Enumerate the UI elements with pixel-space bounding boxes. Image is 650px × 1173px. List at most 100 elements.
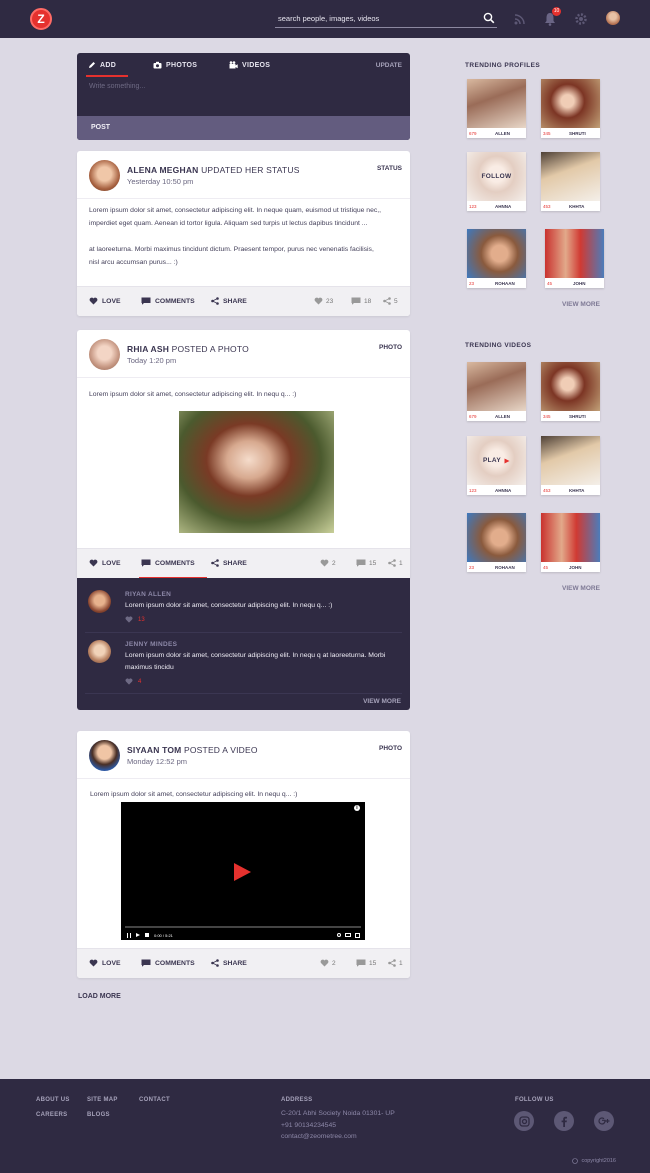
user-avatar[interactable]: [606, 11, 620, 25]
post-action: posted a video: [184, 745, 258, 755]
author-avatar[interactable]: [89, 160, 120, 191]
comment-likes[interactable]: 13: [125, 616, 145, 623]
settings-icon[interactable]: [337, 933, 341, 937]
notification-badge: 10: [552, 7, 561, 16]
notifications-button[interactable]: 10: [542, 7, 561, 27]
pause-icon[interactable]: [127, 932, 131, 938]
follower-count: 45: [547, 280, 553, 286]
profile-tile[interactable]: 345 SHRUTI: [541, 79, 600, 138]
comment-likes[interactable]: 4: [125, 678, 141, 685]
gear-icon[interactable]: [573, 11, 589, 27]
instagram-icon[interactable]: [514, 1111, 534, 1131]
footer-link-contact[interactable]: CONTACT: [139, 1097, 170, 1103]
video-player[interactable]: i 0:00 / 5:21: [121, 802, 365, 940]
profile-tile[interactable]: FOLLOW 123 AHNNA: [467, 152, 526, 211]
author-name[interactable]: ALENA MEGHAN: [127, 165, 199, 175]
profile-tile[interactable]: 45 JOHN: [545, 229, 604, 288]
share-button[interactable]: SHARE: [211, 959, 247, 967]
play-button[interactable]: PLAY: [467, 436, 526, 485]
profile-name: ROHAAN: [495, 280, 515, 286]
profiles-view-more-link[interactable]: VIEW MORE: [562, 301, 600, 308]
video-tile[interactable]: 345 SHRUTI: [541, 362, 600, 421]
follower-count: 679: [469, 130, 477, 136]
comments-button[interactable]: COMMENTS: [139, 559, 207, 578]
video-tile[interactable]: 453 KHHTA: [541, 436, 600, 495]
footer-link-blogs[interactable]: BLOGS: [87, 1112, 110, 1118]
heart-icon: [125, 678, 133, 685]
post-button[interactable]: POST: [77, 116, 410, 140]
heart-icon: [89, 297, 98, 305]
footer-link-about[interactable]: ABOUT US: [36, 1097, 70, 1103]
divider: [85, 693, 402, 694]
love-button[interactable]: LOVE: [89, 297, 121, 305]
commenter-avatar[interactable]: [88, 640, 111, 663]
tab-add[interactable]: ADD: [85, 61, 129, 77]
commenter-name[interactable]: JENNY MINDES: [125, 641, 177, 648]
video-thumbnail: [541, 513, 600, 562]
post-header: ALENA MEGHAN updated her status Yesterda…: [77, 151, 410, 199]
fullscreen-icon[interactable]: [355, 932, 360, 938]
facebook-icon[interactable]: [554, 1111, 574, 1131]
tab-photos[interactable]: PHOTOS: [153, 61, 197, 69]
profile-photo: [467, 79, 526, 128]
post-actions: LOVE COMMENTS SHARE 2 15 1: [77, 548, 410, 578]
author-name[interactable]: RHIA ASH: [127, 344, 169, 354]
video-thumbnail: [467, 513, 526, 562]
profile-tile[interactable]: 679 ALLEN: [467, 79, 526, 138]
author-avatar[interactable]: [89, 740, 120, 771]
rss-icon[interactable]: [512, 11, 528, 27]
profile-tile[interactable]: 23 ROHAAN: [467, 229, 526, 288]
video-progress-bar[interactable]: [125, 926, 361, 928]
video-tile[interactable]: 45 JOHN: [541, 513, 600, 572]
comments-view-more-link[interactable]: VIEW MORE: [363, 698, 401, 705]
author-name[interactable]: SIYAAN TOM: [127, 745, 181, 755]
view-count: 345: [543, 413, 551, 419]
search-icon[interactable]: [483, 12, 495, 24]
share-button[interactable]: SHARE: [211, 559, 247, 567]
follower-count: 345: [543, 130, 551, 136]
commenter-avatar[interactable]: [88, 590, 111, 613]
update-button[interactable]: UPDATE: [376, 62, 402, 69]
post-textarea[interactable]: [77, 77, 410, 115]
videos-view-more-link[interactable]: VIEW MORE: [562, 585, 600, 592]
commenter-name[interactable]: RIYAN ALLEN: [125, 591, 171, 598]
skip-icon[interactable]: [136, 933, 140, 937]
profile-tile[interactable]: 453 KHHTA: [541, 152, 600, 211]
video-tile[interactable]: 679 ALLEN: [467, 362, 526, 421]
google-plus-icon[interactable]: [594, 1111, 614, 1131]
post-photo[interactable]: [179, 411, 334, 533]
video-tile[interactable]: 23 ROHAAN: [467, 513, 526, 572]
volume-icon[interactable]: [145, 933, 149, 937]
video-tile[interactable]: PLAY 123 AHNNA: [467, 436, 526, 495]
follow-button[interactable]: FOLLOW: [467, 152, 526, 201]
author-avatar[interactable]: [89, 339, 120, 370]
search-input[interactable]: [275, 10, 465, 26]
share-button[interactable]: SHARE: [211, 297, 247, 305]
play-icon[interactable]: [233, 862, 252, 882]
post-text: Lorem ipsum dolor sit amet, consectetur …: [77, 199, 410, 269]
miniplayer-icon[interactable]: [345, 933, 351, 937]
info-icon[interactable]: i: [354, 805, 360, 811]
trending-videos-title: TRENDING VIDEOS: [465, 342, 532, 349]
load-more-link[interactable]: LOAD MORE: [78, 993, 121, 1000]
comments-label: COMMENTS: [155, 559, 195, 567]
post-title: ALENA MEGHAN updated her status: [127, 165, 300, 175]
video-author: ALLEN: [495, 413, 510, 419]
comments-count: 15: [356, 959, 376, 967]
footer-link-careers[interactable]: CAREERS: [36, 1112, 67, 1118]
video-tile-footer: 345 SHRUTI: [541, 411, 600, 421]
logo[interactable]: Z: [30, 8, 52, 30]
post-card: ALENA MEGHAN updated her status Yesterda…: [77, 151, 410, 316]
tab-videos[interactable]: VIDEOS: [229, 61, 270, 69]
love-button[interactable]: LOVE: [89, 559, 121, 567]
comments-value: 15: [369, 959, 377, 967]
play-icon: [504, 458, 510, 463]
love-button[interactable]: LOVE: [89, 959, 121, 967]
shares-value: 1: [399, 559, 403, 567]
comments-button[interactable]: COMMENTS: [141, 297, 195, 305]
comments-button[interactable]: COMMENTS: [141, 959, 195, 967]
email-address[interactable]: contact@zeometree.com: [281, 1133, 357, 1140]
heart-icon: [320, 959, 329, 967]
footer-link-sitemap[interactable]: SITE MAP: [87, 1097, 118, 1103]
video-author: AHNNA: [495, 487, 512, 493]
